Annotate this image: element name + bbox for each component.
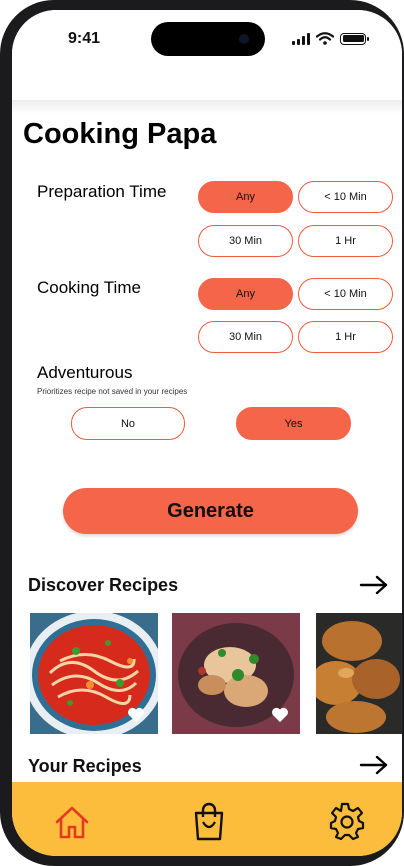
camera-icon <box>239 34 249 44</box>
prep-option-under-10[interactable]: < 10 Min <box>298 181 393 213</box>
cook-option-any[interactable]: Any <box>198 278 293 310</box>
wifi-icon <box>316 32 334 45</box>
prep-option-1hr[interactable]: 1 Hr <box>298 225 393 257</box>
recipe-card-3[interactable] <box>316 613 402 734</box>
prep-option-30[interactable]: 30 Min <box>198 225 293 257</box>
signal-icon <box>292 32 310 45</box>
heart-icon[interactable] <box>271 707 289 723</box>
battery-icon <box>340 32 369 45</box>
home-icon[interactable] <box>52 802 92 842</box>
recipe-card-2[interactable] <box>172 613 300 734</box>
adventurous-yes-button[interactable]: Yes <box>236 407 351 440</box>
dynamic-island <box>151 22 265 56</box>
arrow-right-icon[interactable] <box>359 575 389 595</box>
shopping-bag-icon[interactable] <box>189 802 229 842</box>
cook-option-30[interactable]: 30 Min <box>198 321 293 353</box>
gear-icon[interactable] <box>325 802 365 842</box>
your-recipes-title: Your Recipes <box>28 756 142 776</box>
generate-button[interactable]: Generate <box>63 488 358 534</box>
bottom-nav <box>12 782 402 856</box>
chicken-wings-photo <box>316 613 402 734</box>
cook-option-under-10[interactable]: < 10 Min <box>298 278 393 310</box>
app-screen: 9:41 Cooking Papa Preparation Time Any <… <box>12 10 402 856</box>
status-icons <box>292 32 369 45</box>
phone-frame: 9:41 Cooking Papa Preparation Time Any <… <box>0 0 404 866</box>
discover-recipes-title: Discover Recipes <box>28 575 179 595</box>
preparation-time-label: Preparation Time <box>37 182 167 201</box>
cooking-time-label: Cooking Time <box>37 278 141 297</box>
status-bar: 9:41 <box>12 10 402 100</box>
adventurous-description: Prioritizes recipe not saved in your rec… <box>37 387 188 396</box>
cook-option-1hr[interactable]: 1 Hr <box>298 321 393 353</box>
adventurous-label: Adventurous <box>37 363 133 382</box>
recipe-card-1[interactable] <box>30 613 158 734</box>
adventurous-no-button[interactable]: No <box>71 407 185 440</box>
arrow-right-icon[interactable] <box>359 755 389 775</box>
page-title: Cooking Papa <box>23 118 217 150</box>
status-time: 9:41 <box>68 30 101 47</box>
prep-option-any[interactable]: Any <box>198 181 293 213</box>
header-divider <box>12 100 402 114</box>
heart-icon[interactable] <box>127 707 145 723</box>
